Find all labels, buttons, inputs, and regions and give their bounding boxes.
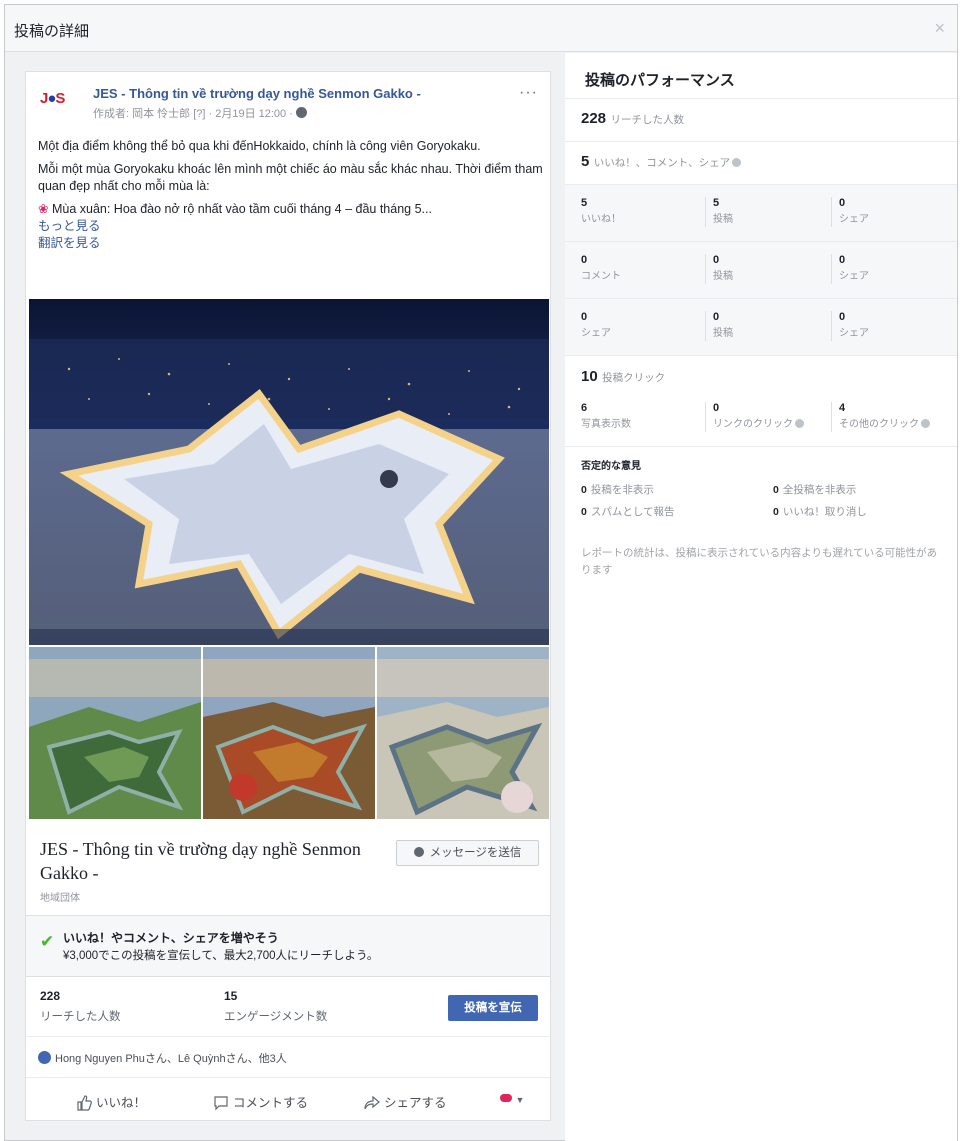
boost-post-button[interactable]: 投稿を宣伝	[448, 995, 538, 1021]
post-paragraph: Mỗi một mùa Goryokaku khoác lên mình một…	[38, 162, 543, 193]
report-note: レポートの統計は、投稿に表示されている内容よりも遅れている可能性があります	[581, 547, 938, 576]
post-photo-main[interactable]	[29, 299, 549, 645]
promo-subtitle: ¥3,000でこの投稿を宣伝して、最大2,700人にリーチしよう。	[63, 950, 379, 962]
more-options-icon[interactable]: ···	[519, 84, 538, 102]
post-header: J●S JES - Thông tin về trường dạy nghề S…	[26, 72, 550, 132]
post-stats: 228 リーチした人数 15 エンゲージメント数 投稿を宣伝	[26, 977, 550, 1037]
see-more-link[interactable]: もっと見る	[38, 218, 543, 235]
post-photo-winter[interactable]	[377, 647, 549, 819]
dialog-header: 投稿の詳細 ×	[5, 5, 957, 52]
post-body: Một địa điểm không thể bỏ qua khi đếnHok…	[38, 138, 543, 252]
post-photo-autumn[interactable]	[203, 647, 375, 819]
info-icon[interactable]	[795, 419, 804, 428]
performance-title: 投稿のパフォーマンス	[585, 72, 735, 89]
reactions-summary[interactable]: Hong Nguyen Phuさん、Lê Quỳnhさん、他3人	[38, 1050, 287, 1066]
reaction-selector[interactable]: ▼	[500, 1092, 524, 1106]
engagement-grid-row: 0 コメント 0 投稿 0 シェア	[565, 241, 957, 298]
comment-icon	[214, 1096, 228, 1111]
check-icon: ✔	[40, 932, 55, 951]
post-paragraph: Một địa điểm không thể bỏ qua khi đếnHok…	[38, 139, 481, 153]
negative-item: 0 投稿を非表示	[581, 484, 654, 496]
clicks-detail-row: 6 写真表示数 0 リンクのクリック 4 その他のクリック	[565, 398, 957, 446]
reaction-dot-icon	[500, 1094, 512, 1102]
close-icon[interactable]: ×	[934, 18, 945, 39]
dialog-title: 投稿の詳細	[14, 23, 90, 40]
page-block-title[interactable]: JES - Thông tin về trường dạy nghề Senmo…	[40, 837, 370, 885]
reach-row: 228 リーチした人数	[565, 98, 957, 141]
like-button[interactable]: いいね！	[76, 1092, 146, 1111]
info-icon[interactable]	[921, 419, 930, 428]
negative-head: 否定的な意見	[581, 461, 641, 472]
messenger-icon	[413, 847, 424, 857]
page-name-link[interactable]: JES - Thông tin về trường dạy nghề Senmo…	[93, 86, 421, 101]
comment-button[interactable]: コメントする	[213, 1092, 308, 1111]
page-category: 地域団体	[40, 893, 80, 904]
page-info-block: JES - Thông tin về trường dạy nghề Senmo…	[26, 822, 550, 912]
post-meta: 作成者: 岡本 怜士郎 [?] · 2月19日 12:00 ·	[93, 105, 307, 121]
globe-icon	[295, 107, 307, 118]
info-icon[interactable]	[732, 158, 742, 167]
see-translation-link[interactable]: 翻訳を見る	[38, 235, 543, 252]
negative-item: 0 いいね！取り消し	[773, 506, 867, 518]
chevron-down-icon: ▼	[515, 1095, 525, 1105]
send-message-button[interactable]: メッセージを送信	[396, 840, 539, 866]
engagement-grid-row: 5 いいね！ 5 投稿 0 シェア	[565, 184, 957, 241]
reach-stat: 228 リーチした人数	[40, 989, 121, 1023]
post-actions: いいね！ コメントする シェアする ▼	[26, 1077, 550, 1121]
negative-item: 0 スパムとして報告	[581, 506, 675, 518]
promo-banner: ✔ いいね！やコメント、シェアを増やそう ¥3,000でこの投稿を宣伝して、最大…	[26, 915, 550, 977]
post-photo-spring[interactable]	[29, 647, 201, 819]
thumbs-up-icon	[77, 1095, 92, 1111]
share-icon	[364, 1095, 380, 1110]
performance-panel: 投稿のパフォーマンス 228 リーチした人数 5 いいね！、コメント、シェア 5…	[565, 53, 957, 1141]
flower-icon: ❀	[38, 202, 49, 216]
like-icon	[38, 1051, 51, 1064]
engagement-stat: 15 エンゲージメント数	[224, 989, 328, 1023]
promo-title: いいね！やコメント、シェアを増やそう	[63, 931, 279, 945]
engagement-grid-row: 0 シェア 0 投稿 0 シェア	[565, 298, 957, 355]
negative-item: 0 全投稿を非表示	[773, 484, 857, 496]
post-paragraph: ❀ Mùa xuân: Hoa đào nở rộ nhất vào tầm c…	[38, 202, 432, 216]
clicks-row: 10 投稿クリック	[565, 355, 957, 398]
negative-feedback-row: 否定的な意見 0 投稿を非表示 0 全投稿を非表示 0 スパムとして報告 0 いいね！取…	[565, 446, 957, 531]
page-logo[interactable]: J●S	[40, 90, 78, 120]
post-card: J●S JES - Thông tin về trường dạy nghề S…	[25, 71, 551, 1121]
post-details-dialog: 投稿の詳細 × J●S JES - Thông tin về trường dạ…	[4, 4, 958, 1141]
engagement-row: 5 いいね！、コメント、シェア	[565, 141, 957, 184]
share-button[interactable]: シェアする	[364, 1092, 447, 1111]
